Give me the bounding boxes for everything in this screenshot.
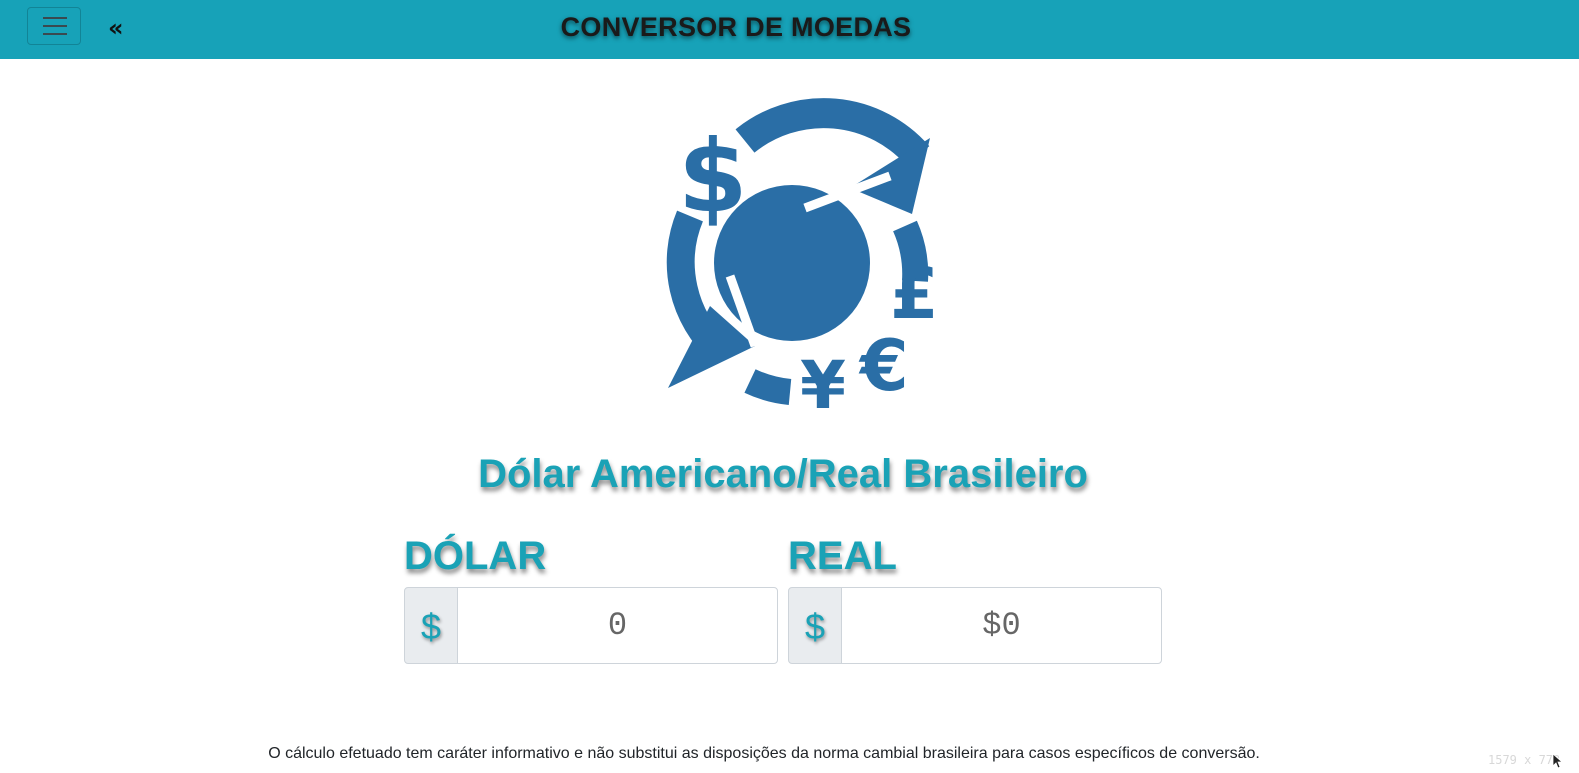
top-arrow-arc	[735, 98, 930, 167]
disclaimer-text: O cálculo efetuado tem caráter informati…	[268, 745, 1260, 762]
euro-symbol: €	[858, 325, 909, 407]
navbar: « CONVERSOR DE MOEDAS	[0, 0, 1579, 59]
dolar-prefix: $	[404, 587, 458, 664]
real-prefix: $	[788, 587, 842, 664]
bottom-arrow-arc	[744, 369, 792, 405]
mouse-cursor-icon	[1553, 754, 1563, 768]
cursor-shape	[1553, 754, 1563, 768]
currency-exchange-icon: $ £ € ¥	[666, 98, 939, 416]
currency-pair-title: Dólar Americano/Real Brasileiro	[478, 452, 1088, 496]
pound-symbol: £	[890, 253, 939, 335]
real-input[interactable]	[841, 587, 1162, 664]
page-title: CONVERSOR DE MOEDAS	[560, 12, 912, 42]
dolar-input-group: $	[404, 587, 778, 664]
dimensions-overlay: 1579 x 773	[1488, 753, 1561, 767]
dolar-label: DÓLAR	[404, 534, 547, 578]
dolar-input[interactable]	[457, 587, 778, 664]
real-label: REAL	[788, 534, 897, 578]
dollar-symbol: $	[678, 118, 748, 235]
yen-symbol: ¥	[800, 347, 846, 416]
real-input-group: $	[788, 587, 1162, 664]
